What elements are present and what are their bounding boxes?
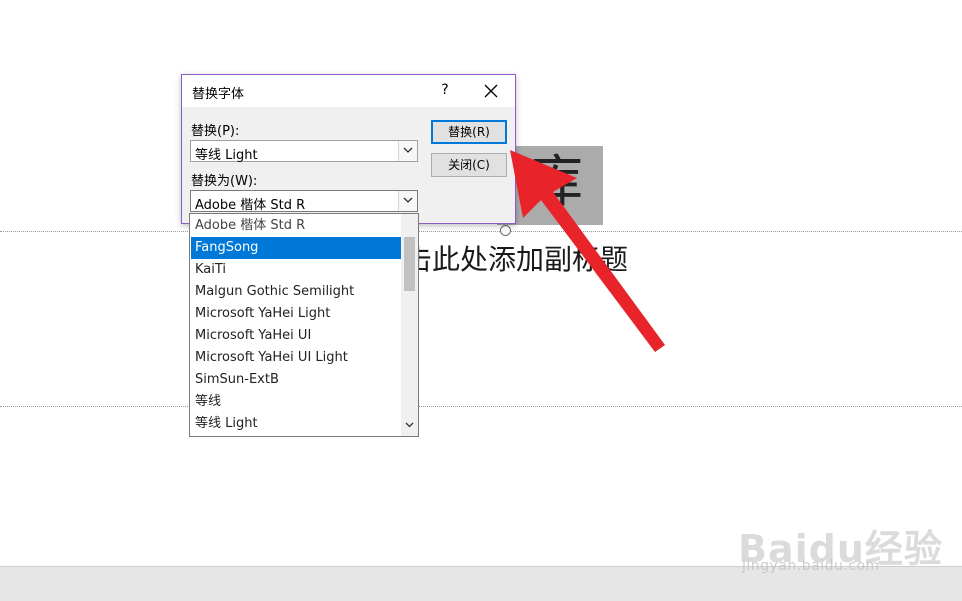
replace-with-label: 替换为(W):: [191, 174, 258, 189]
list-item[interactable]: 等线: [191, 391, 401, 413]
guide-line-bottom: [0, 406, 962, 407]
list-item[interactable]: SimSun-ExtB: [191, 369, 401, 391]
replace-label: 替换(P):: [191, 124, 240, 139]
font-dropdown-list[interactable]: Adobe 楷体 Std R FangSong KaiTi Malgun Got…: [189, 213, 419, 437]
list-item[interactable]: Microsoft YaHei Light: [191, 303, 401, 325]
list-item-selected[interactable]: FangSong: [191, 237, 401, 259]
red-arrow-annotation-icon: [510, 150, 665, 352]
list-item[interactable]: Microsoft YaHei UI: [191, 325, 401, 347]
close-icon[interactable]: [480, 80, 502, 102]
replace-font-combobox[interactable]: 等线 Light: [190, 140, 418, 163]
chevron-down-icon[interactable]: [398, 191, 417, 211]
list-item[interactable]: Malgun Gothic Semilight: [191, 281, 401, 303]
scrollbar-thumb[interactable]: [404, 237, 415, 291]
replace-font-dialog: 替换字体 ? 替换(P): 等线 Light 替换为(W): Adobe 楷体 …: [181, 74, 516, 224]
dialog-title: 替换字体: [192, 87, 245, 102]
replace-font-value: 等线 Light: [195, 148, 258, 163]
list-item[interactable]: KaiTi: [191, 259, 401, 281]
chevron-down-icon[interactable]: [398, 141, 417, 161]
list-item[interactable]: Adobe 楷体 Std R: [191, 215, 401, 237]
help-button[interactable]: ?: [438, 82, 452, 98]
guide-line-top: [0, 231, 962, 232]
replace-with-value: Adobe 楷体 Std R: [195, 198, 306, 213]
dropdown-scrollbar[interactable]: [401, 214, 418, 436]
list-item[interactable]: 等线 Light: [191, 413, 401, 435]
dialog-titlebar[interactable]: 替换字体 ?: [182, 75, 515, 107]
watermark-url: jingyan.baidu.com: [742, 558, 880, 574]
replace-with-combobox[interactable]: Adobe 楷体 Std R: [190, 190, 418, 213]
list-item[interactable]: Microsoft YaHei UI Light: [191, 347, 401, 369]
chevron-down-icon[interactable]: [405, 413, 414, 432]
